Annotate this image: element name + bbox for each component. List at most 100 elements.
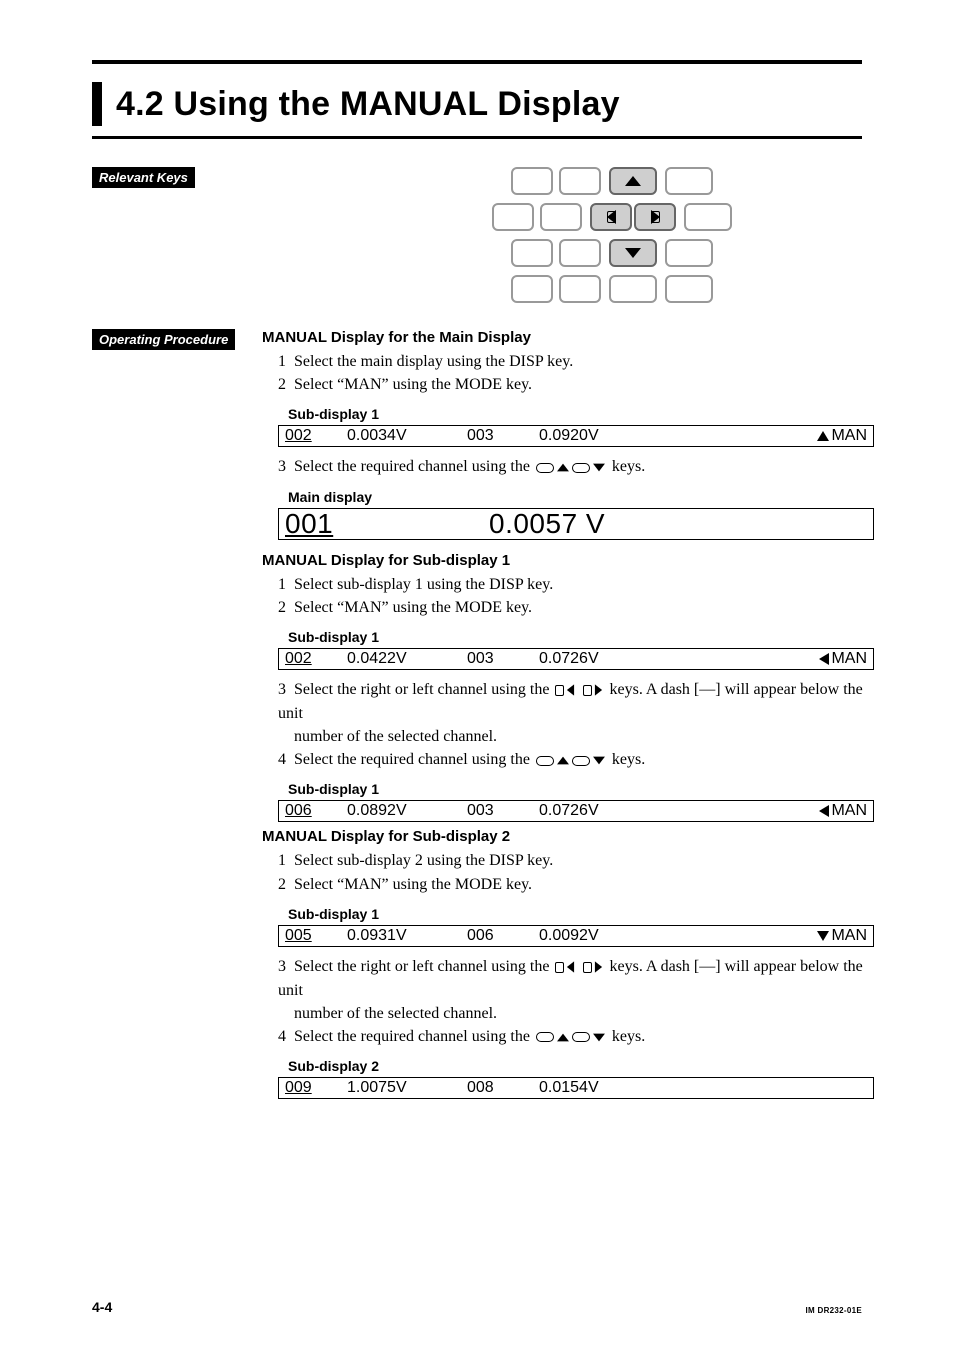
channel-2: 003: [463, 802, 535, 820]
title-underline: [92, 136, 862, 139]
page-footer: 4-4 IM DR232-01E: [92, 1299, 862, 1315]
label-sub2: Sub-display 2: [288, 1058, 874, 1074]
step-number: 1: [278, 849, 294, 872]
value-2: 0.0726V: [535, 650, 645, 668]
channel-1: 002: [279, 427, 343, 445]
doc-id: IM DR232-01E: [805, 1306, 862, 1315]
value-1: 0.0931V: [343, 927, 463, 945]
steps-main-cont: 3Select the required channel using the k…: [262, 455, 874, 478]
steps-sub1: 1Select sub-display 1 using the DISP key…: [262, 573, 874, 619]
key-blank: [665, 239, 713, 267]
channel-1: 009: [279, 1079, 343, 1097]
step-number: 2: [278, 596, 294, 619]
page: 4.2 Using the MANUAL Display Relevant Ke…: [0, 0, 954, 1351]
display-strip-2: 002 0.0422V 003 0.0726V MAN: [278, 648, 874, 670]
step-text: number of the selected channel.: [278, 1002, 874, 1025]
man-indicator: MAN: [819, 650, 867, 668]
step-number: 3: [278, 455, 294, 478]
heading-sub2: MANUAL Display for Sub-display 2: [262, 828, 874, 845]
step-text: Select “MAN” using the MODE key.: [294, 599, 532, 616]
steps-sub1-cont: 3Select the right or left channel using …: [262, 678, 874, 771]
value-1: 0.0034V: [343, 427, 463, 445]
man-indicator: MAN: [819, 802, 867, 820]
channel-1: 002: [279, 650, 343, 668]
label-sub1: Sub-display 1: [288, 406, 874, 422]
display-strip-1: 002 0.0034V 003 0.0920V MAN: [278, 425, 874, 447]
channel-1: 005: [279, 927, 343, 945]
key-blank: [511, 275, 601, 303]
leftright-keys-icon: [555, 679, 603, 702]
key-blank: [511, 239, 601, 267]
step-text: Select sub-display 2 using the DISP key.: [294, 852, 553, 869]
label-sub1: Sub-display 1: [288, 781, 874, 797]
man-text: MAN: [831, 927, 867, 945]
key-down: [609, 239, 657, 267]
down-arrow-icon: [817, 931, 829, 941]
title-bar-icon: [92, 82, 102, 126]
step-text: keys.: [608, 1028, 645, 1045]
step-text: Select the right or left channel using t…: [294, 681, 553, 698]
channel-1: 006: [279, 802, 343, 820]
page-number: 4-4: [92, 1299, 112, 1315]
relevant-keys-tag: Relevant Keys: [92, 167, 195, 188]
step-text: Select sub-display 1 using the DISP key.: [294, 576, 553, 593]
value-2: 0.0920V: [535, 427, 645, 445]
key-blank: [684, 203, 732, 231]
main-value: 0.0057 V: [489, 508, 609, 540]
display-strip-4: 005 0.0931V 006 0.0092V MAN: [278, 925, 874, 947]
step-text: keys.: [608, 458, 645, 475]
step-text: Select the required channel using the: [294, 751, 534, 768]
display-strip-3: 006 0.0892V 003 0.0726V MAN: [278, 800, 874, 822]
steps-main: 1Select the main display using the DISP …: [262, 350, 874, 396]
step-text: Select “MAN” using the MODE key.: [294, 376, 532, 393]
left-arrow-icon: [819, 653, 829, 665]
channel-2: 003: [463, 650, 535, 668]
step-number: 3: [278, 955, 294, 978]
step-text: Select the required channel using the: [294, 458, 534, 475]
key-left: [590, 203, 632, 231]
value-2: 0.0726V: [535, 802, 645, 820]
channel-2: 003: [463, 427, 535, 445]
value-1: 0.0892V: [343, 802, 463, 820]
man-text: MAN: [831, 427, 867, 445]
key-right: [634, 203, 676, 231]
step-text: Select “MAN” using the MODE key.: [294, 876, 532, 893]
key-blank: [609, 275, 657, 303]
key-blank: [511, 167, 601, 195]
left-arrow-icon: [819, 805, 829, 817]
top-rule: [92, 60, 862, 64]
label-sub1: Sub-display 1: [288, 629, 874, 645]
step-text: keys.: [608, 751, 645, 768]
step-text: Select the required channel using the: [294, 1028, 534, 1045]
up-arrow-icon: [817, 431, 829, 441]
key-blank: [492, 203, 582, 231]
steps-sub2-cont: 3Select the right or left channel using …: [262, 955, 874, 1048]
step-number: 2: [278, 373, 294, 396]
channel-2: 006: [463, 927, 535, 945]
value-2: 0.0092V: [535, 927, 645, 945]
step-number: 1: [278, 573, 294, 596]
updown-keys-icon: [536, 756, 606, 766]
step-number: 1: [278, 350, 294, 373]
step-number: 2: [278, 873, 294, 896]
man-indicator: MAN: [817, 927, 867, 945]
step-number: 4: [278, 748, 294, 771]
label-sub1: Sub-display 1: [288, 906, 874, 922]
operating-procedure-row: Operating Procedure MANUAL Display for t…: [92, 329, 862, 1099]
man-indicator: MAN: [817, 427, 867, 445]
channel-2: 008: [463, 1079, 535, 1097]
relevant-keys-row: Relevant Keys: [92, 167, 862, 303]
man-text: MAN: [831, 802, 867, 820]
label-main: Main display: [288, 489, 874, 505]
leftright-keys-icon: [555, 956, 603, 979]
key-up: [609, 167, 657, 195]
man-text: MAN: [831, 650, 867, 668]
display-strip-5: 009 1.0075V 008 0.0154V: [278, 1077, 874, 1099]
page-title: 4.2 Using the MANUAL Display: [116, 85, 620, 124]
step-text: number of the selected channel.: [278, 725, 874, 748]
key-blank: [665, 275, 713, 303]
updown-keys-icon: [536, 463, 606, 473]
heading-sub1: MANUAL Display for Sub-display 1: [262, 552, 874, 569]
operating-procedure-tag: Operating Procedure: [92, 329, 235, 350]
value-1: 0.0422V: [343, 650, 463, 668]
